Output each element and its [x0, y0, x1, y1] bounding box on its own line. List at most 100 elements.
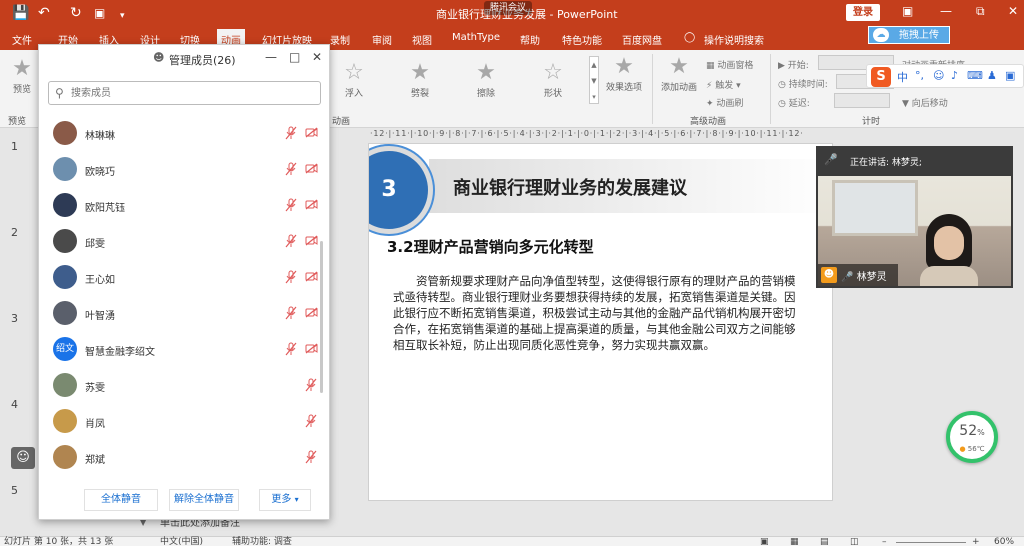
camera-off-icon[interactable] [305, 163, 318, 174]
mic-muted-icon[interactable] [305, 414, 317, 428]
member-row[interactable]: 叶智湧 [39, 297, 329, 333]
effect-wipe[interactable]: ★ 擦除 [470, 60, 502, 99]
mic-muted-icon[interactable] [305, 450, 317, 464]
tab-record[interactable]: 录制 [330, 32, 350, 47]
member-row[interactable]: 欧晓巧 [39, 153, 329, 189]
maximize-icon[interactable]: □ [289, 50, 300, 64]
user-icon[interactable]: ♟ [987, 69, 997, 82]
thumbnail-number[interactable]: 5 [11, 484, 18, 497]
keyboard-icon[interactable]: ⌨ [967, 69, 983, 82]
undo-icon[interactable]: ↶ [38, 4, 50, 22]
performance-gauge[interactable]: 52% ● 56℃ [946, 411, 998, 463]
slide-canvas[interactable]: 3 商业银行理财业务的发展建议 3.2理财产品营销向多元化转型 资管新规要求理财… [368, 143, 833, 501]
mic-muted-icon[interactable] [285, 306, 297, 320]
effect-float-in[interactable]: ☆ 浮入 [338, 60, 370, 99]
animation-pane-button[interactable]: ▦ 动画窗格 [706, 58, 753, 71]
gallery-scroll-arrows[interactable]: ▲ ▼ ▾ [589, 56, 599, 104]
redo-icon[interactable]: ↻ [70, 4, 82, 22]
member-row[interactable]: 欧阳芃钰 [39, 189, 329, 225]
zoom-level[interactable]: 60% [994, 537, 1014, 546]
mic-muted-icon[interactable] [285, 342, 297, 356]
sogou-logo-icon[interactable]: S [871, 67, 891, 87]
tab-help[interactable]: 帮助 [520, 32, 540, 47]
unmute-all-button[interactable]: 解除全体静音 [169, 489, 239, 511]
mute-all-button[interactable]: 全体静音 [84, 489, 158, 511]
normal-view-icon[interactable]: ▣ [760, 537, 769, 546]
add-animation-button[interactable]: ★ 添加动画 [658, 54, 700, 93]
camera-off-icon[interactable] [305, 127, 318, 138]
minimize-icon[interactable]: — [265, 50, 277, 64]
animation-painter-button[interactable]: ✦ 动画刷 [706, 96, 743, 109]
thumbnail-number[interactable]: 4 [11, 398, 18, 411]
thumbnail-number[interactable]: 2 [11, 226, 18, 239]
language-indicator[interactable]: 中文(中国) [160, 537, 203, 546]
mic-muted-icon[interactable] [285, 198, 297, 212]
camera-off-icon[interactable] [305, 343, 318, 354]
member-avatar [53, 373, 77, 397]
customize-toolbar-icon[interactable]: ▾ [120, 7, 125, 25]
mic-muted-icon[interactable] [285, 162, 297, 176]
effect-shape[interactable]: ☆ 形状 [537, 60, 569, 99]
mic-muted-icon[interactable] [285, 126, 297, 140]
slide-subtitle[interactable]: 3.2理财产品营销向多元化转型 [387, 236, 594, 257]
ribbon-display-icon[interactable]: ▣ [902, 4, 913, 18]
effect-split[interactable]: ★ 劈裂 [404, 60, 436, 99]
speaker-video-window[interactable]: 🎤 正在讲话: 林梦灵; ☻ 🎤 林梦灵 [816, 146, 1013, 288]
slide-title[interactable]: 商业银行理财业务的发展建议 [453, 174, 687, 200]
camera-off-icon[interactable] [305, 271, 318, 282]
delay-input[interactable] [834, 93, 890, 108]
punctuation-icon[interactable]: °, [915, 69, 924, 82]
mic-muted-icon[interactable] [305, 378, 317, 392]
member-list-scrollbar[interactable] [320, 241, 323, 393]
member-row[interactable]: 绍文 智慧金融李绍文 [39, 333, 329, 369]
tab-baidu-netdisk[interactable]: 百度网盘 [622, 32, 662, 47]
camera-off-icon[interactable] [305, 235, 318, 246]
camera-off-icon[interactable] [305, 307, 318, 318]
login-button[interactable]: 登录 [846, 4, 880, 21]
zoom-in-icon[interactable]: + [972, 537, 980, 546]
member-search-box[interactable]: ⚲ [48, 81, 321, 105]
emoji-icon[interactable]: ☺ [933, 69, 944, 82]
camera-off-icon[interactable] [305, 199, 318, 210]
tab-view[interactable]: 视图 [412, 32, 432, 47]
meeting-indicator[interactable]: 腾讯会议 [484, 1, 533, 15]
member-row[interactable]: 林琳琳 [39, 117, 329, 153]
skin-icon[interactable]: ▣ [1005, 69, 1015, 82]
mic-muted-icon[interactable] [285, 234, 297, 248]
move-later-button[interactable]: ▼ 向后移动 [902, 96, 948, 109]
tab-mathtype[interactable]: MathType [452, 32, 500, 43]
preview-button[interactable]: ★ 预览 [8, 56, 36, 95]
zoom-out-icon[interactable]: – [882, 537, 887, 546]
restore-icon[interactable]: ⧉ [976, 4, 985, 19]
tab-review[interactable]: 审阅 [372, 32, 392, 47]
reaction-emoji-icon[interactable]: ☺ [11, 447, 35, 469]
effect-options-button[interactable]: ★ 效果选项 [604, 54, 644, 93]
close-icon[interactable]: ✕ [312, 50, 322, 64]
voice-input-icon[interactable]: ♪ [951, 69, 958, 82]
tab-features[interactable]: 特色功能 [562, 32, 602, 47]
member-row[interactable]: 邱雯 [39, 225, 329, 261]
slide-body-text[interactable]: 资管新规要求理财产品向净值型转型，这使得银行原有的理财产品的营销模式亟待转型。商… [393, 273, 803, 353]
chinese-mode-icon[interactable]: 中 [897, 69, 908, 85]
mic-muted-icon[interactable] [285, 270, 297, 284]
slide-sorter-icon[interactable]: ▦ [790, 537, 799, 546]
zoom-slider[interactable] [896, 542, 966, 543]
member-search-input[interactable] [71, 85, 311, 101]
member-row[interactable]: 郑斌 [39, 441, 329, 477]
slideshow-icon[interactable]: ◫ [850, 537, 859, 546]
quick-access-icon[interactable]: ▣ [94, 4, 105, 22]
more-button[interactable]: 更多 ▾ [259, 489, 311, 511]
reading-view-icon[interactable]: ▤ [820, 537, 829, 546]
thumbnail-number[interactable]: 1 [11, 140, 18, 153]
close-icon[interactable]: ✕ [1008, 4, 1018, 18]
tab-file[interactable]: 文件 [12, 32, 32, 47]
thumbnail-number[interactable]: 3 [11, 312, 18, 325]
member-row[interactable]: 苏雯 [39, 369, 329, 405]
minimize-icon[interactable]: — [940, 4, 952, 18]
accessibility-status[interactable]: 辅助功能: 调查 [232, 537, 292, 546]
save-icon[interactable]: 💾 [12, 4, 29, 22]
trigger-button[interactable]: ⚡ 触发 ▾ [706, 78, 741, 91]
tell-me-search[interactable]: 操作说明搜索 [704, 32, 764, 47]
member-row[interactable]: 肖凤 [39, 405, 329, 441]
member-row[interactable]: 王心如 [39, 261, 329, 297]
